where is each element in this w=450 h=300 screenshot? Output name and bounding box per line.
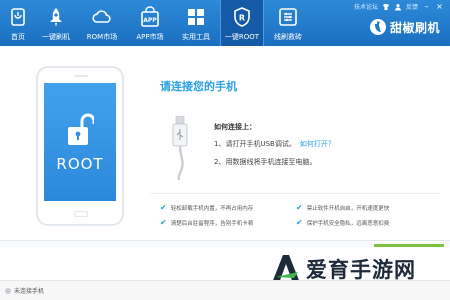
nav-home[interactable]: 首页	[4, 0, 32, 46]
green-accent-bar	[374, 244, 444, 247]
shirt-icon[interactable]	[382, 3, 390, 11]
main-nav: 首页 一键刷机 ROM市场 APP APP市场 实用工具 R 一键ROOT 线刷…	[0, 0, 312, 46]
close-icon[interactable]: ×	[435, 2, 444, 11]
nav-utilities[interactable]: 实用工具	[176, 0, 216, 46]
feature-text: 轻松卸载手机内置，不再占用内存	[170, 205, 254, 212]
tools-icon	[279, 8, 297, 26]
howto-heading: 如何连接上：	[214, 123, 256, 131]
nav-brick-rescue[interactable]: 线刷救砖	[268, 0, 308, 46]
phone-home-button	[74, 211, 88, 217]
brand-name: 甜椒刷机	[389, 20, 440, 35]
feature-item: ✔ 轻松卸载手机内置，不再占用内存	[160, 203, 253, 212]
feature-item: ✔ 保护手机安全隐私，远离恶意扣费	[296, 218, 389, 227]
divider	[150, 193, 440, 194]
window-controls: 技术论坛 反馈 – ×	[354, 2, 444, 11]
svg-text:R: R	[239, 14, 245, 23]
rocket-icon	[50, 8, 62, 27]
unlocked-padlock-icon	[68, 113, 94, 145]
nav-rom-market[interactable]: ROM市场	[80, 0, 124, 46]
nav-one-click-flash[interactable]: 一键刷机	[36, 0, 76, 46]
user-icon[interactable]	[394, 3, 402, 11]
connection-status-icon	[5, 288, 11, 294]
feature-text: 禁止软件开机自启，开机速度更快	[306, 205, 390, 212]
check-icon: ✔	[296, 203, 303, 212]
nav-one-click-root-label: 一键ROOT	[224, 33, 260, 41]
feedback-link[interactable]: 反馈	[406, 2, 418, 11]
feature-text: 清楚后台驻留程序，告别手机卡顿	[170, 220, 254, 227]
step-1-text: 1、请打开手机USB调试。	[214, 140, 296, 148]
phone-illustration: ROOT	[36, 66, 124, 226]
nav-one-click-root[interactable]: R 一键ROOT	[220, 0, 264, 46]
nav-one-click-flash-label: 一键刷机	[42, 33, 70, 41]
page-title: 请连接您的手机	[160, 80, 237, 93]
nav-rom-market-label: ROM市场	[86, 33, 118, 41]
root-shield-icon: R	[234, 7, 250, 27]
phone-screen: ROOT	[44, 83, 116, 201]
grid-icon	[188, 9, 204, 25]
home-icon	[11, 8, 25, 26]
minimize-icon[interactable]: –	[422, 2, 431, 11]
connection-status-text: 未连接手机	[14, 288, 45, 295]
usb-cable-icon	[172, 116, 188, 180]
brand-logo: 甜椒刷机	[369, 18, 440, 36]
check-icon: ✔	[296, 218, 303, 227]
phone-root-text: ROOT	[56, 155, 104, 173]
top-toolbar: 首页 一键刷机 ROM市场 APP APP市场 实用工具 R 一键ROOT 线刷…	[0, 0, 450, 46]
app-bag-icon: APP	[141, 6, 159, 27]
feature-item: ✔ 禁止软件开机自启，开机速度更快	[296, 203, 389, 212]
nav-home-label: 首页	[11, 33, 25, 41]
nav-app-market-label: APP市场	[136, 33, 164, 41]
check-icon: ✔	[160, 218, 167, 227]
nav-utilities-label: 实用工具	[182, 33, 210, 41]
phone-speaker	[74, 75, 88, 77]
step-2: 2、用数据线将手机连接至电脑。	[214, 158, 317, 166]
check-icon: ✔	[160, 203, 167, 212]
how-to-open-link[interactable]: 如何打开？	[300, 140, 335, 148]
forum-link[interactable]: 技术论坛	[354, 2, 378, 11]
status-bar: 未连接手机	[0, 280, 450, 300]
feature-item: ✔ 清楚后台驻留程序，告别手机卡顿	[160, 218, 253, 227]
nav-brick-rescue-label: 线刷救砖	[274, 33, 302, 41]
feature-text: 保护手机安全隐私，远离恶意扣费	[306, 220, 390, 227]
cloud-icon	[92, 10, 111, 23]
nav-app-market[interactable]: APP APP市场	[128, 0, 172, 46]
pepper-logo-icon	[369, 19, 386, 35]
svg-text:APP: APP	[143, 17, 157, 24]
step-1: 1、请打开手机USB调试。 如何打开？	[214, 139, 335, 149]
